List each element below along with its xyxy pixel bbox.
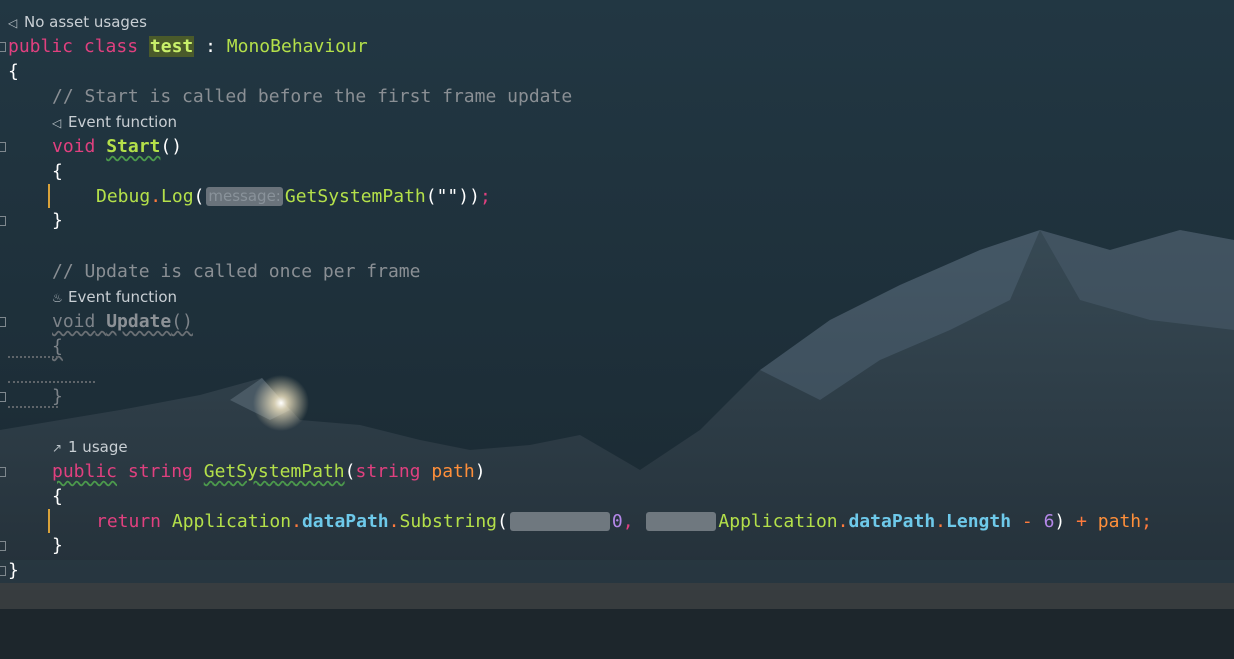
usages-hint[interactable]: ↗ 1 usage [52,437,128,457]
open-paren: ( [193,186,205,207]
close-paren: ) [1054,511,1066,532]
code-line-start-signature[interactable]: void Start() [52,134,182,159]
open-brace: { [52,161,63,182]
comment: // Update is called once per frame [52,261,421,282]
class-application[interactable]: Application [718,511,837,532]
call-arguments: ("")) [425,186,480,207]
close-brace: } [52,535,63,556]
fold-marker[interactable] [0,392,6,402]
fold-marker[interactable] [0,541,6,551]
fold-marker[interactable] [0,566,6,576]
code-line-start-open-brace[interactable]: { [52,159,63,184]
method-call-getsystempath[interactable]: GetSystemPath [285,186,426,207]
open-paren: ( [497,511,508,532]
semicolon: ; [1141,511,1152,532]
property-length[interactable]: Length [946,511,1011,532]
dot: . [291,511,302,532]
unity-icon: ◁ [8,16,18,30]
code-line-class-declaration[interactable]: public class test : MonoBehaviour [8,34,368,59]
event-function-label: Event function [68,288,178,306]
comment: // Start is called before the first fram… [52,86,573,107]
keyword-return: return [96,511,162,532]
dot: . [150,186,162,207]
property-datapath[interactable]: dataPath [302,511,389,532]
method-name-start[interactable]: Start [106,136,160,157]
operator-minus: - [1021,511,1033,532]
keyword-class: class [83,36,139,57]
keyword-string: string [355,461,421,482]
code-line-class-open-brace[interactable]: { [8,59,19,84]
close-brace: } [52,386,63,407]
code-line-getsystempath-close-brace[interactable]: } [52,533,63,558]
open-brace: { [8,61,19,82]
keyword-public: public [8,36,74,57]
external-link-icon: ↗ [52,441,63,455]
colon: : [205,36,216,57]
dot: . [837,511,849,532]
class-application[interactable]: Application [172,511,291,532]
method-log[interactable]: Log [161,186,194,207]
code-line-getsystempath-signature[interactable]: public string GetSystemPath(string path) [52,459,486,484]
fold-marker[interactable] [0,42,6,52]
code-line-start-close-brace[interactable]: } [52,208,63,233]
parameter-path[interactable]: path [431,461,474,482]
property-datapath[interactable]: dataPath [848,511,935,532]
parameter-name-hint: message: [206,186,283,206]
class-name[interactable]: test [148,36,195,57]
code-line-update-close-brace[interactable]: } [52,384,63,409]
fold-marker[interactable] [0,467,6,477]
number-literal: 6 [1043,511,1055,532]
method-name-getsystempath[interactable]: GetSystemPath [204,461,345,482]
code-line-class-close-brace[interactable]: } [8,558,19,583]
fold-marker[interactable] [0,216,6,226]
flame-icon: ♨ [52,291,63,305]
unused-code-underline [8,400,58,408]
unused-code-underline [8,350,58,358]
code-line-getsystempath-open-brace[interactable]: { [52,484,63,509]
caret-scope-bar [48,509,50,533]
unity-icon: ◁ [52,116,62,130]
close-brace: } [52,210,63,231]
code-line-return[interactable]: return Application.dataPath.Substring(0,… [96,509,1152,534]
dot: . [388,511,400,532]
asset-usages-label: No asset usages [24,13,147,31]
base-class[interactable]: MonoBehaviour [227,36,368,57]
asset-usages-hint[interactable]: ◁ No asset usages [8,12,147,32]
method-name-update[interactable]: Update [106,311,171,332]
keyword-void: void [52,136,96,157]
blurred-parameter-hint [509,511,610,531]
semicolon: ; [479,186,491,207]
code-line-comment-update[interactable]: // Update is called once per frame [52,259,420,284]
class-debug[interactable]: Debug [96,186,150,207]
number-literal: 0 [611,511,623,532]
parens: () [160,136,183,157]
close-paren: ) [474,461,486,482]
method-substring[interactable]: Substring [399,511,497,532]
close-brace: } [8,560,19,581]
fold-marker[interactable] [0,317,6,327]
code-editor[interactable]: ◁ No asset usages public class test : Mon… [0,0,1234,659]
open-brace: { [52,486,63,507]
keyword-public: public [52,461,118,482]
unused-code-underline [8,375,95,383]
blurred-parameter-hint [646,511,717,531]
parameter-path[interactable]: path [1098,511,1141,532]
usages-label: 1 usage [68,438,128,456]
code-line-debug-log[interactable]: Debug.Log(message: GetSystemPath("")); [96,184,491,209]
parens: () [171,311,193,332]
keyword-void: void [52,311,96,332]
event-function-hint-start[interactable]: ◁ Event function [52,112,177,132]
caret-scope-bar [48,184,50,208]
open-paren: ( [344,461,356,482]
fold-marker[interactable] [0,142,6,152]
code-line-comment-start[interactable]: // Start is called before the first fram… [52,84,572,109]
operator-plus: + [1076,511,1087,532]
comma: , [622,511,634,532]
event-function-label: Event function [68,113,178,131]
dot: . [935,511,947,532]
code-line-update-signature[interactable]: void Update() [52,309,193,334]
keyword-string: string [127,461,193,482]
event-function-hint-update[interactable]: ♨ Event function [52,287,177,307]
